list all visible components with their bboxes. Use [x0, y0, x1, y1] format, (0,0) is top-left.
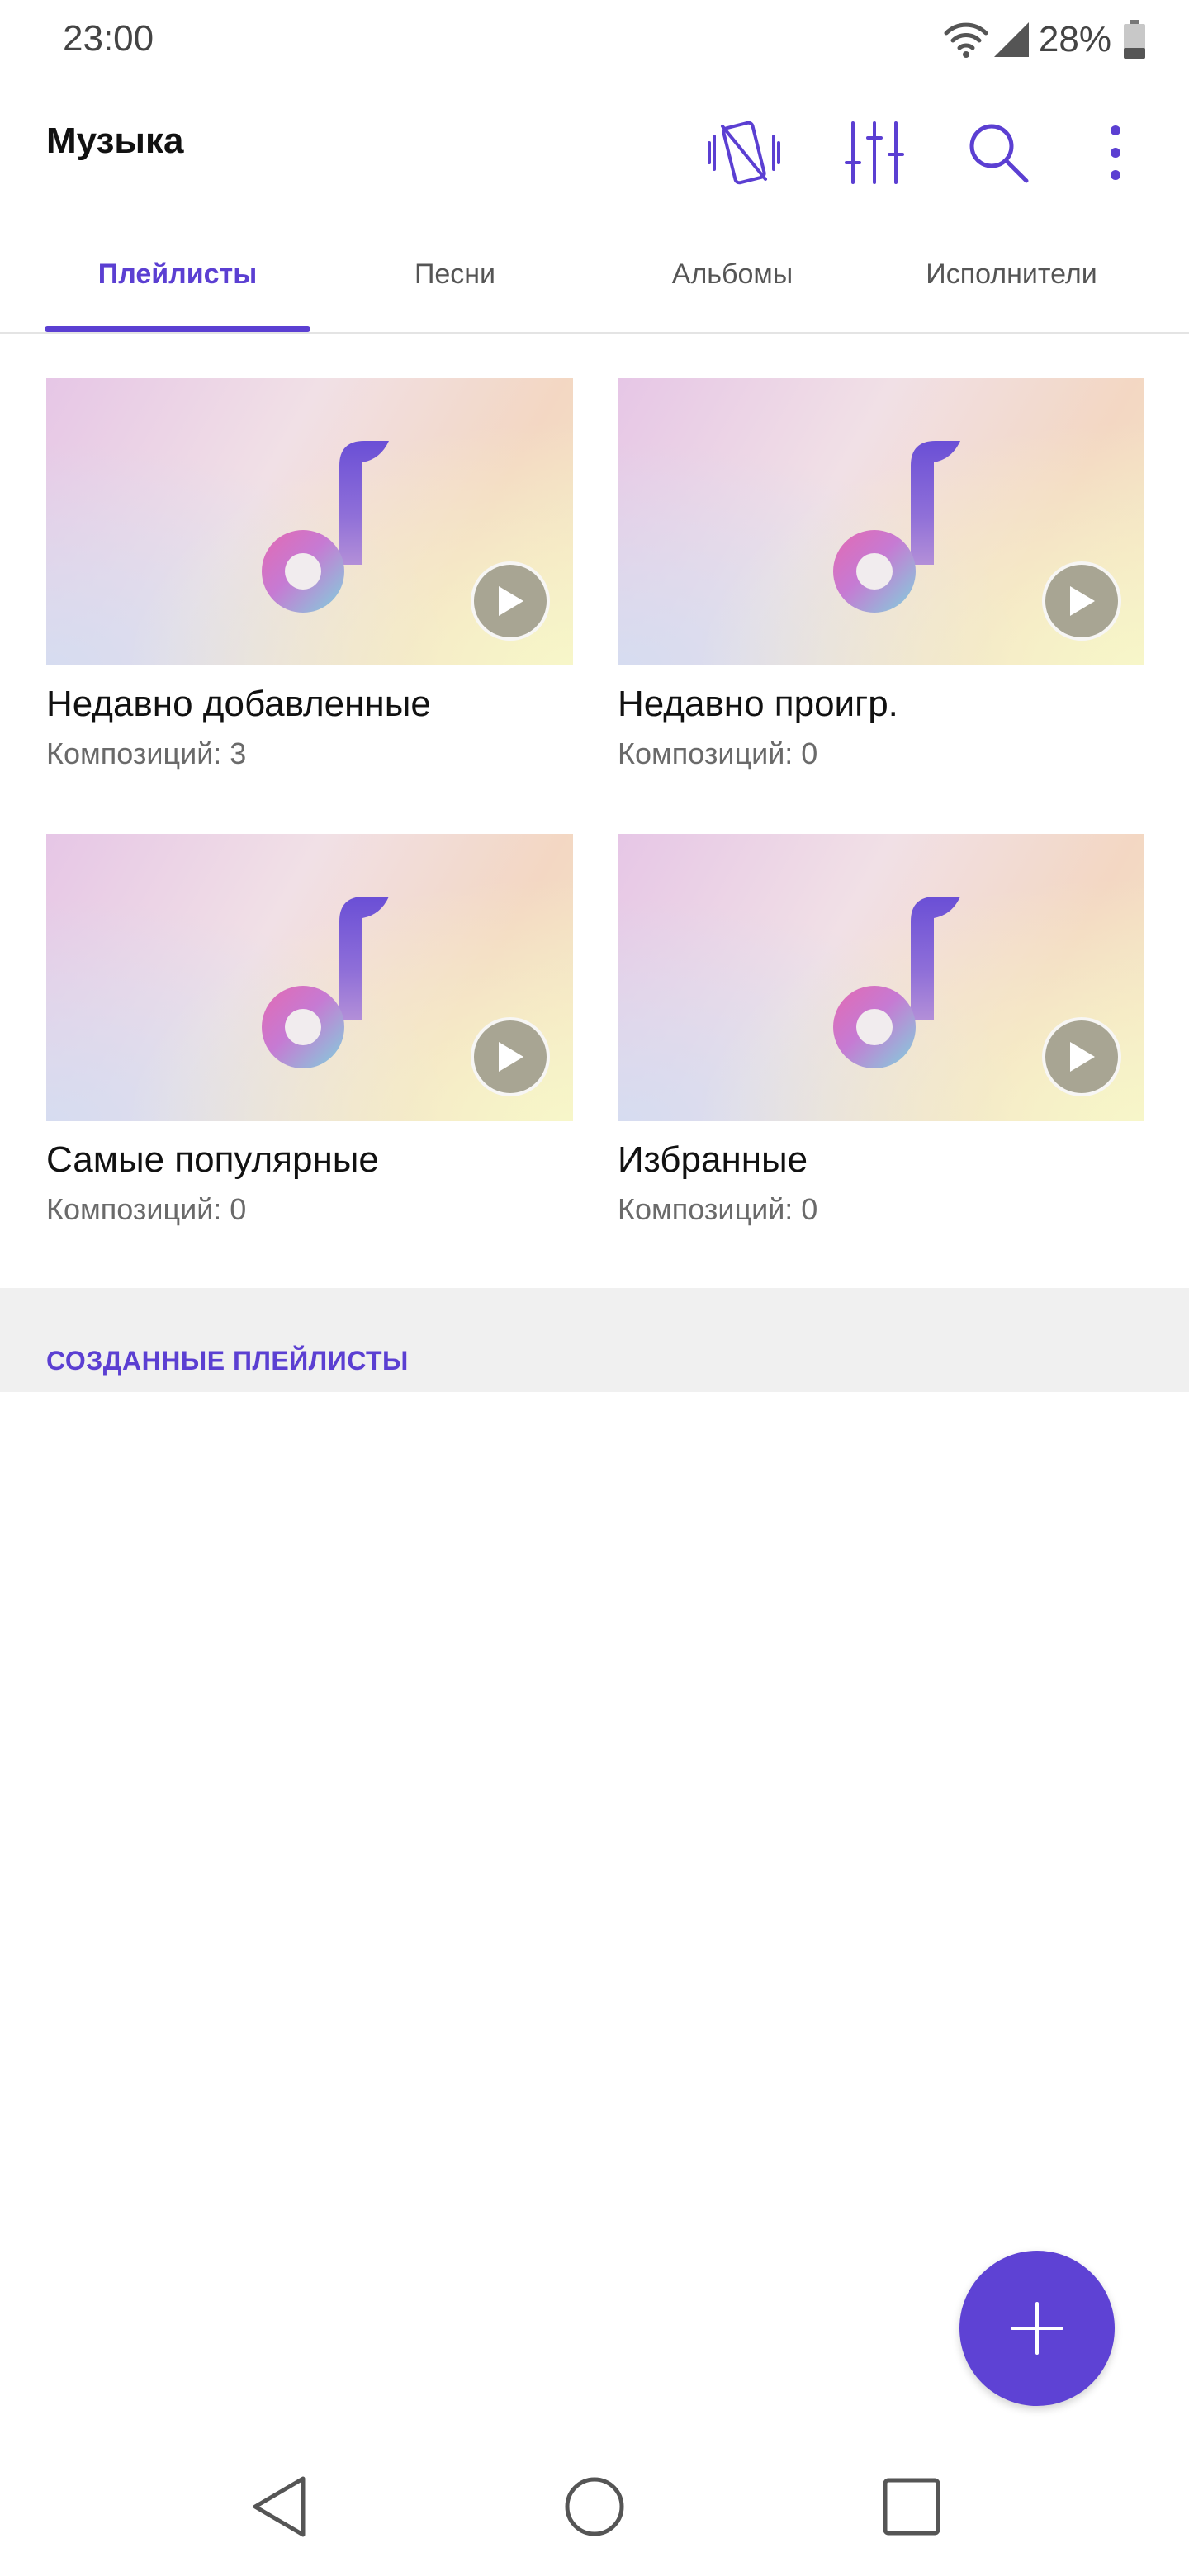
play-icon: [499, 586, 523, 616]
music-app-screen: 23:00 28% Музыка Плейлисты Песни Альбомы…: [0, 0, 1189, 2576]
playlist-title: Избранные: [618, 1139, 808, 1180]
playlist-card-recently-added[interactable]: Недавно добавленные Композиций: 3: [46, 378, 573, 771]
playlist-title: Самые популярные: [46, 1139, 379, 1180]
playlist-track-count: Композиций: 0: [618, 736, 818, 770]
playlist-track-count: Композиций: 0: [46, 1192, 247, 1226]
play-icon: [1070, 1042, 1095, 1072]
playlist-thumbnail: [618, 378, 1144, 665]
playlist-track-count: Композиций: 0: [618, 1192, 818, 1226]
playlist-track-count: Композиций: 3: [46, 736, 247, 770]
play-button[interactable]: [1042, 1017, 1121, 1096]
auto-rotate-off-icon[interactable]: [699, 107, 789, 198]
play-button[interactable]: [1042, 561, 1121, 641]
playlist-card-recently-played[interactable]: Недавно проигр. Композиций: 0: [618, 378, 1144, 771]
more-vert-icon[interactable]: [1070, 107, 1161, 198]
play-icon: [1070, 586, 1095, 616]
play-button[interactable]: [471, 1017, 550, 1096]
app-bar: Музыка: [0, 91, 1189, 198]
playlist-thumbnail: [46, 834, 573, 1121]
music-note-icon: [833, 441, 960, 613]
playlist-card-most-popular[interactable]: Самые популярные Композиций: 0: [46, 834, 573, 1227]
battery-icon: [1123, 20, 1146, 59]
tab-songs[interactable]: Песни: [317, 216, 593, 332]
tab-artists[interactable]: Исполнители: [872, 216, 1151, 332]
battery-percent: 28%: [1038, 19, 1111, 59]
add-icon: [1011, 2302, 1063, 2355]
tab-playlists[interactable]: Плейлисты: [45, 216, 310, 332]
tab-bar: Плейлисты Песни Альбомы Исполнители: [0, 216, 1189, 334]
tab-indicator: [45, 326, 310, 332]
playlist-title: Недавно добавленные: [46, 684, 431, 724]
equalizer-icon[interactable]: [829, 107, 920, 198]
recents-icon[interactable]: [862, 2457, 961, 2556]
home-icon[interactable]: [545, 2457, 644, 2556]
playlist-thumbnail: [46, 378, 573, 665]
status-time: 23:00: [63, 18, 154, 59]
status-bar: 23:00 28%: [0, 0, 1189, 83]
playlist-thumbnail: [618, 834, 1144, 1121]
signal-icon: [992, 21, 1030, 59]
app-title: Музыка: [46, 121, 184, 161]
music-note-icon: [833, 897, 960, 1068]
music-note-icon: [262, 897, 389, 1068]
music-note-icon: [262, 441, 389, 613]
search-icon[interactable]: [953, 107, 1044, 198]
created-playlists-section: СОЗДАННЫЕ ПЛЕЙЛИСТЫ: [0, 1288, 1189, 1392]
add-playlist-button[interactable]: [959, 2251, 1115, 2406]
section-title: СОЗДАННЫЕ ПЛЕЙЛИСТЫ: [46, 1346, 409, 1376]
status-indicators: 28%: [943, 17, 1146, 63]
wifi-icon: [943, 20, 989, 59]
play-button[interactable]: [471, 561, 550, 641]
play-icon: [499, 1042, 523, 1072]
tab-albums[interactable]: Альбомы: [593, 216, 872, 332]
back-icon[interactable]: [230, 2457, 329, 2556]
navigation-bar: [0, 2436, 1189, 2576]
playlist-title: Недавно проигр.: [618, 684, 898, 724]
playlist-card-favorites[interactable]: Избранные Композиций: 0: [618, 834, 1144, 1227]
